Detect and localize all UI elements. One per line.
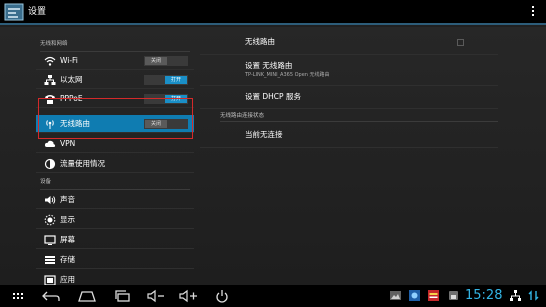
pref-dhcp[interactable]: 设置 DHCP 服务 — [200, 87, 498, 109]
header-item-label: 显示 — [60, 215, 75, 224]
ethernet-status-icon — [510, 290, 521, 301]
category-connection-status: 无线路由连接状态 — [220, 110, 498, 122]
app-store-icon[interactable] — [408, 289, 421, 302]
header-item-label: 存储 — [60, 255, 75, 264]
display-icon — [44, 214, 56, 226]
pref-title: 当前无连接 — [245, 130, 283, 139]
header-item-apps[interactable]: 应用 — [36, 271, 194, 285]
header-item-ethernet[interactable]: 以太网 打开 — [36, 71, 194, 89]
pref-title: 设置 DHCP 服务 — [245, 92, 301, 101]
settings-screen: 设置 无线和网络 Wi-Fi 关闭 以太网 打开 PPPoE 打开 无线路由 关… — [0, 0, 546, 307]
power-icon[interactable] — [214, 288, 230, 304]
cloud-icon — [44, 138, 56, 150]
switch-state: 关闭 — [145, 57, 167, 65]
ethernet-icon — [44, 74, 56, 86]
header-item-label: 声音 — [60, 195, 75, 204]
volume-down-icon[interactable] — [146, 288, 166, 304]
hotspot-checkbox[interactable] — [457, 39, 464, 46]
pref-title: 无线路由 — [245, 37, 275, 46]
pref-hotspot-toggle[interactable]: 无线路由 — [200, 29, 498, 55]
settings-app-icon[interactable] — [4, 3, 24, 21]
apps-grid-icon[interactable] — [12, 288, 24, 304]
header-item-label: 应用 — [60, 275, 75, 284]
red-app-icon[interactable] — [427, 289, 440, 302]
settings-content: 无线和网络 Wi-Fi 关闭 以太网 打开 PPPoE 打开 无线路由 关闭 V… — [0, 27, 546, 285]
action-bar: 设置 — [0, 0, 546, 25]
section-header-network: 无线和网络 — [40, 41, 68, 47]
wifi-switch[interactable]: 关闭 — [144, 56, 188, 66]
pref-summary: TP-LINK_MINI_A365 Open 无线路由 — [245, 72, 330, 78]
ethernet-switch[interactable]: 打开 — [144, 75, 188, 85]
app-title: 设置 — [28, 7, 47, 17]
switch-state: 打开 — [165, 76, 187, 84]
header-item-label: Wi-Fi — [60, 56, 78, 65]
gallery-icon[interactable] — [389, 289, 402, 302]
volume-up-icon[interactable] — [178, 288, 200, 304]
overflow-menu-icon[interactable] — [530, 5, 536, 19]
pref-title: 设置 无线路由 — [245, 61, 293, 70]
wifi-icon — [44, 55, 56, 67]
recents-icon[interactable] — [112, 288, 134, 304]
data-usage-icon — [44, 158, 56, 170]
status-clock: 15:28 — [465, 288, 503, 303]
volume-icon — [44, 194, 56, 206]
header-item-label: 屏幕 — [60, 235, 75, 244]
android-icon[interactable] — [447, 289, 460, 302]
section-divider — [40, 189, 190, 190]
header-item-sound[interactable]: 声音 — [36, 191, 194, 209]
pref-connection-status[interactable]: 当前无连接 — [200, 124, 498, 148]
apps-icon — [44, 274, 56, 285]
section-header-device: 设备 — [40, 179, 52, 185]
header-item-screen[interactable]: 屏幕 — [36, 231, 194, 249]
annotation-highlight-box — [38, 98, 193, 139]
header-item-display[interactable]: 显示 — [36, 211, 194, 229]
header-item-label: VPN — [60, 139, 76, 148]
storage-icon — [44, 254, 56, 266]
back-icon[interactable] — [40, 288, 62, 304]
header-item-label: 流量使用情况 — [60, 159, 105, 168]
network-activity-icon — [528, 290, 539, 301]
header-item-wifi[interactable]: Wi-Fi 关闭 — [36, 52, 194, 70]
settings-headers-list: 无线和网络 Wi-Fi 关闭 以太网 打开 PPPoE 打开 无线路由 关闭 V… — [36, 27, 194, 285]
header-item-label: 以太网 — [60, 75, 83, 84]
header-item-data-usage[interactable]: 流量使用情况 — [36, 155, 194, 173]
screen-icon — [44, 234, 56, 246]
header-item-storage[interactable]: 存储 — [36, 251, 194, 269]
pref-hotspot-setup[interactable]: 设置 无线路由 TP-LINK_MINI_A365 Open 无线路由 — [200, 56, 498, 86]
system-navigation-bar: 15:28 — [0, 285, 546, 307]
home-icon[interactable] — [76, 288, 98, 304]
hotspot-settings-pane: 无线路由 设置 无线路由 TP-LINK_MINI_A365 Open 无线路由… — [200, 27, 498, 285]
